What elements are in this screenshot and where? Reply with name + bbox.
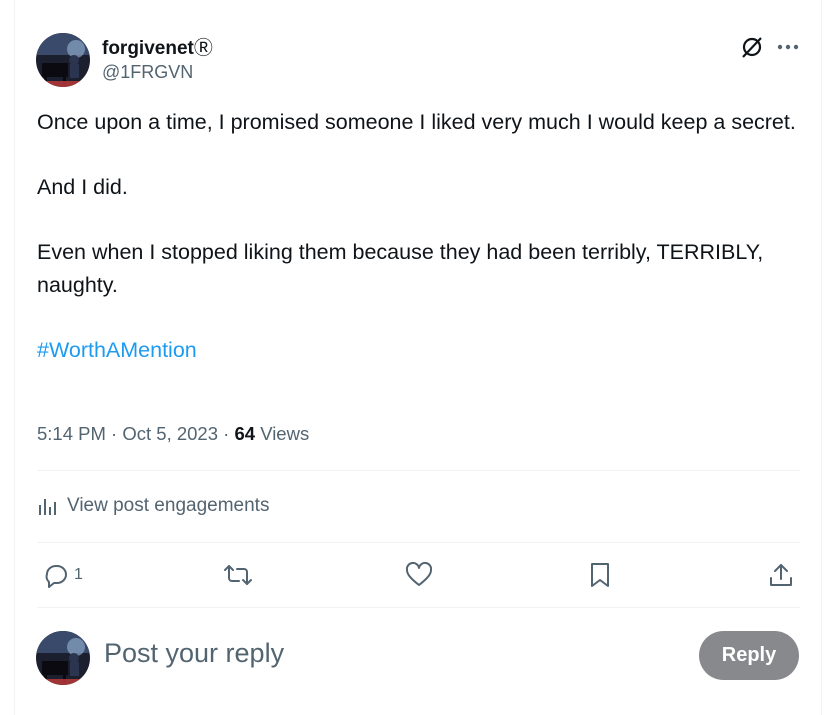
author-avatar[interactable] <box>36 33 90 87</box>
repost-icon <box>224 565 252 585</box>
tweet-paragraph: Once upon a time, I promised someone I l… <box>37 110 796 134</box>
author-display-name[interactable]: forgivenetⓇ <box>102 33 213 60</box>
tweet-date[interactable]: Oct 5, 2023 <box>122 423 218 444</box>
grok-icon[interactable] <box>738 33 766 61</box>
author-handle[interactable]: @1FRGVN <box>102 62 193 83</box>
tweet-meta: 5:14 PM · Oct 5, 2023 · 64 Views <box>37 423 309 445</box>
author-name-text: forgivenet <box>102 38 194 59</box>
bookmark-icon <box>591 563 609 587</box>
user-avatar[interactable] <box>36 631 90 685</box>
reply-icon <box>45 565 67 588</box>
view-engagements-link[interactable]: View post engagements <box>37 492 269 520</box>
reply-button[interactable]: Reply <box>699 631 799 680</box>
registered-badge: Ⓡ <box>193 38 213 59</box>
tweet-text: Once upon a time, I promised someone I l… <box>37 106 797 366</box>
divider <box>37 542 800 543</box>
divider <box>37 470 800 471</box>
like-icon <box>405 561 433 586</box>
divider <box>37 607 800 608</box>
share-action[interactable] <box>767 558 795 592</box>
views-count: 64 <box>234 423 256 444</box>
reply-input[interactable]: Post your reply <box>104 638 284 669</box>
view-engagements-label: View post engagements <box>67 495 270 516</box>
tweet-time[interactable]: 5:14 PM <box>37 423 106 444</box>
reply-count: 1 <box>74 566 83 583</box>
tweet-paragraph: And I did. <box>37 175 128 199</box>
meta-separator: · <box>223 423 230 444</box>
views-label: Views <box>260 423 310 444</box>
analytics-icon <box>39 499 56 515</box>
more-options-icon[interactable] <box>774 33 802 61</box>
tweet-paragraph: Even when I stopped liking them because … <box>37 240 764 297</box>
bookmark-action[interactable] <box>588 558 612 592</box>
like-action[interactable] <box>404 558 434 592</box>
hashtag-link[interactable]: #WorthAMention <box>37 338 197 362</box>
meta-separator: · <box>111 423 118 444</box>
share-icon <box>770 564 792 586</box>
repost-action[interactable] <box>222 558 254 592</box>
reply-action[interactable]: 1 <box>42 558 83 592</box>
